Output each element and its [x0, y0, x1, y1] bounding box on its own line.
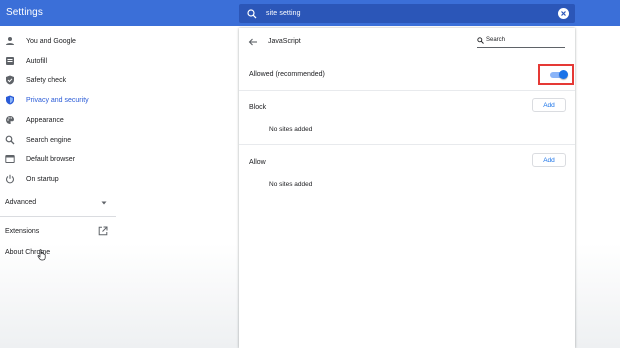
person-icon [5, 36, 15, 46]
sidebar-advanced-toggle[interactable]: Advanced [0, 194, 118, 212]
power-icon [5, 174, 15, 184]
shield-icon [5, 95, 15, 105]
block-section-title: Block [249, 104, 267, 111]
search-placeholder: Search [486, 37, 506, 43]
hand-cursor-icon [37, 249, 47, 261]
sidebar-item-label: Privacy and security [26, 96, 89, 104]
search-icon [5, 135, 15, 145]
allow-empty-text: No sites added [269, 181, 313, 188]
sidebar-item-label: Appearance [26, 116, 64, 124]
extensions-label: Extensions [5, 228, 40, 235]
search-icon [247, 8, 257, 19]
shield-check-icon [5, 75, 15, 85]
sidebar-item-label: You and Google [26, 37, 76, 45]
palette-icon [5, 115, 15, 125]
search-icon [477, 37, 484, 44]
sidebar-item-default-browser[interactable]: Default browser [0, 150, 118, 168]
sidebar-item-you-and-google[interactable]: You and Google [0, 32, 118, 50]
clear-search-icon[interactable] [558, 8, 569, 19]
sidebar-item-label: Default browser [26, 155, 76, 163]
sidebar-item-label: On startup [26, 175, 59, 183]
sidebar-item-appearance[interactable]: Appearance [0, 111, 118, 129]
allowed-toggle[interactable] [550, 70, 568, 79]
add-block-site-button[interactable]: Add [532, 98, 566, 112]
sidebar: You and Google Autofill Safety check Pri… [0, 26, 118, 348]
caret-down-icon [100, 200, 108, 206]
card-header: JavaScript Search [239, 28, 575, 56]
javascript-settings-card: JavaScript Search Allowed (recommended) … [239, 28, 575, 348]
sidebar-divider [0, 216, 116, 217]
allowed-label: Allowed (recommended) [249, 71, 325, 78]
section-divider [239, 144, 575, 145]
toggle-knob [559, 70, 568, 79]
app-title: Settings [6, 7, 43, 18]
open-in-new-icon [98, 226, 108, 236]
settings-search-box[interactable]: site setting [239, 4, 575, 23]
sidebar-item-about-chrome[interactable]: About Chrome [0, 244, 118, 262]
allowed-setting-row: Allowed (recommended) [239, 66, 575, 86]
section-divider [239, 90, 575, 91]
sidebar-item-autofill[interactable]: Autofill [0, 52, 118, 70]
sidebar-item-label: Search engine [26, 136, 72, 144]
sidebar-item-on-startup[interactable]: On startup [0, 170, 118, 188]
back-arrow-icon[interactable] [248, 37, 258, 47]
allow-section-title: Allow [249, 159, 266, 166]
sidebar-item-label: Autofill [26, 57, 48, 65]
autofill-icon [5, 56, 15, 66]
advanced-label: Advanced [5, 199, 37, 206]
top-bar: Settings site setting [0, 0, 620, 26]
sidebar-item-label: Safety check [26, 76, 67, 84]
sidebar-item-search-engine[interactable]: Search engine [0, 131, 118, 149]
search-query[interactable]: site setting [266, 10, 301, 17]
add-allow-site-button[interactable]: Add [532, 153, 566, 167]
site-search-field[interactable]: Search [477, 36, 565, 48]
sidebar-item-safety-check[interactable]: Safety check [0, 71, 118, 89]
sidebar-item-extensions[interactable]: Extensions [0, 223, 118, 241]
browser-icon [5, 154, 15, 164]
block-empty-text: No sites added [269, 126, 313, 133]
sidebar-item-privacy-and-security[interactable]: Privacy and security [0, 91, 118, 109]
page-title: JavaScript [268, 38, 301, 45]
